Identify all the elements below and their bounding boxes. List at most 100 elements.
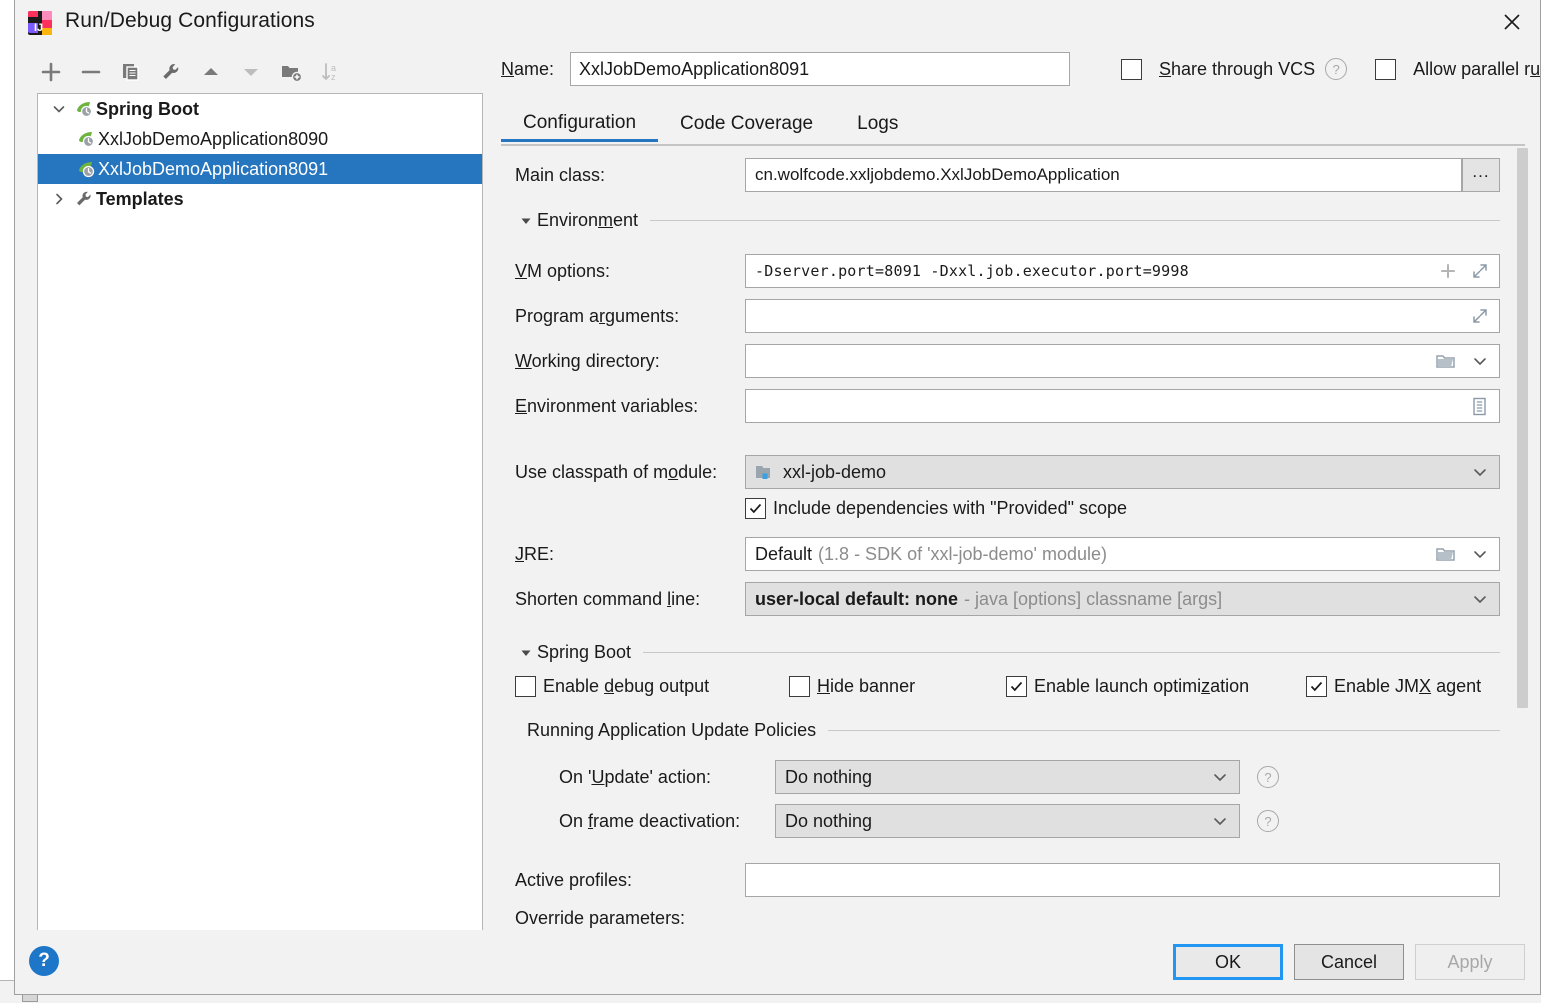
include-provided-checkbox[interactable] [745,498,766,519]
update-policies-group-header: Running Application Update Policies [527,720,1500,741]
expand-editor-icon[interactable] [1469,255,1491,287]
chevron-down-icon[interactable] [1469,345,1491,377]
dialog-title-bar: IJ Run/Debug Configurations [15,0,1540,46]
tree-node-label: XxlJobDemoApplication8091 [98,159,328,180]
move-up-button[interactable] [191,55,231,89]
on-frame-deactivation-help-icon[interactable]: ? [1257,810,1279,832]
new-folder-button[interactable] [271,55,311,89]
tree-node-templates[interactable]: Templates [38,184,482,214]
environment-variables-label: Environment variables: [515,396,745,417]
tree-node-spring-boot[interactable]: Spring Boot [38,94,482,124]
tree-node-label: XxlJobDemoApplication8090 [98,129,328,150]
chevron-down-icon[interactable] [1209,761,1231,793]
program-arguments-input[interactable] [745,299,1500,333]
tab-bar: Configuration Code Coverage Logs [501,106,1525,146]
enable-jmx-agent-checkbox[interactable] [1306,676,1327,697]
screen: All files are up-to-date (a minute ago) … [0,0,1541,1003]
main-class-input[interactable]: cn.wolfcode.xxljobdemo.XxlJobDemoApplica… [745,158,1462,192]
environment-group-header[interactable]: Environment [515,210,1500,231]
spring-boot-group-title: Spring Boot [537,642,631,663]
folder-icon[interactable] [1433,538,1457,570]
form-scrollbar[interactable] [1516,148,1529,933]
chevron-down-icon[interactable] [1469,456,1491,488]
share-vcs-help-icon[interactable]: ? [1325,58,1347,80]
spring-boot-group-header[interactable]: Spring Boot [515,642,1500,663]
environment-variables-input[interactable] [745,389,1500,423]
on-frame-deactivation-value: Do nothing [785,811,872,832]
ok-button[interactable]: OK [1173,944,1283,980]
triangle-down-icon [515,647,537,659]
vm-options-value: -Dserver.port=8091 -Dxxl.job.executor.po… [755,262,1189,280]
on-frame-deactivation-select[interactable]: Do nothing [775,804,1240,838]
wrench-icon [72,189,96,209]
tab-code-coverage[interactable]: Code Coverage [658,106,835,142]
tab-logs[interactable]: Logs [835,106,920,142]
chevron-down-icon[interactable] [1469,538,1491,570]
vm-options-row: VM options: -Dserver.port=8091 -Dxxl.job… [515,254,1500,288]
spring-boot-icon [74,129,98,149]
tree-node-label: Templates [96,189,184,210]
help-button[interactable]: ? [29,946,59,976]
expand-editor-icon[interactable] [1469,300,1491,332]
insert-macro-icon[interactable] [1437,255,1459,287]
tab-configuration[interactable]: Configuration [501,106,658,142]
working-directory-label: Working directory: [515,351,745,372]
sort-configurations-button[interactable]: a z [311,55,351,89]
form-scrollbar-thumb[interactable] [1517,148,1528,708]
move-down-button[interactable] [231,55,271,89]
main-class-row: Main class: cn.wolfcode.xxljobdemo.XxlJo… [515,158,1500,192]
working-directory-row: Working directory: [515,344,1500,378]
use-classpath-label: Use classpath of module: [515,462,745,483]
edit-templates-button[interactable] [151,55,191,89]
group-divider [828,730,1500,731]
on-update-action-select[interactable]: Do nothing [775,760,1240,794]
allow-parallel-run-label: Allow parallel run [1413,59,1541,80]
dialog-button-bar: ? OK Cancel Apply [15,930,1540,994]
enable-debug-output-checkbox[interactable] [515,676,536,697]
allow-parallel-run-checkbox[interactable] [1375,59,1396,80]
triangle-down-icon [515,215,537,227]
add-configuration-button[interactable] [31,55,71,89]
remove-configuration-button[interactable] [71,55,111,89]
name-label: Name: [501,59,554,80]
spring-boot-icon [72,99,96,119]
cancel-button[interactable]: Cancel [1294,944,1404,980]
tree-node-xxljobdemoapplication8090[interactable]: XxlJobDemoApplication8090 [38,124,482,154]
active-profiles-input[interactable] [745,863,1500,897]
tree-node-xxljobdemoapplication8091[interactable]: XxlJobDemoApplication8091 [38,154,482,184]
main-class-browse-button[interactable]: ... [1462,158,1500,192]
chevron-down-icon[interactable] [1209,805,1231,837]
share-through-vcs-checkbox[interactable] [1121,59,1142,80]
jre-select[interactable]: Default (1.8 - SDK of 'xxl-job-demo' mod… [745,537,1500,571]
working-directory-input[interactable] [745,344,1500,378]
shorten-command-line-select[interactable]: user-local default: none - java [options… [745,582,1500,616]
environment-group-title: Environment [537,210,638,231]
configurations-tree[interactable]: Spring Boot XxlJobDemoApplication8090 [37,93,483,933]
include-provided-label: Include dependencies with "Provided" sco… [773,498,1127,519]
vm-options-input[interactable]: -Dserver.port=8091 -Dxxl.job.executor.po… [745,254,1500,288]
run-debug-configurations-dialog: IJ Run/Debug Configurations [14,0,1541,995]
close-icon[interactable] [1484,0,1540,44]
chevron-down-icon[interactable] [1469,583,1491,615]
program-arguments-row: Program arguments: [515,299,1500,333]
enable-launch-optimization-checkbox[interactable] [1006,676,1027,697]
chevron-down-icon[interactable] [46,102,72,116]
active-profiles-row: Active profiles: [515,863,1500,897]
hide-banner-row: Hide banner [789,676,915,697]
copy-configuration-button[interactable] [111,55,151,89]
hide-banner-label: Hide banner [817,676,915,697]
enable-launch-optimization-row: Enable launch optimization [1006,676,1249,697]
edit-variables-list-icon[interactable] [1467,390,1491,422]
folder-icon[interactable] [1433,345,1457,377]
name-input[interactable] [570,52,1070,86]
enable-jmx-agent-label: Enable JMX agent [1334,676,1481,697]
use-classpath-select[interactable]: xxl-job-demo [745,455,1500,489]
on-update-action-help-icon[interactable]: ? [1257,766,1279,788]
main-class-label: Main class: [515,165,745,186]
chevron-right-icon[interactable] [46,192,72,206]
configurations-toolbar: a z [31,54,481,90]
enable-debug-output-label: Enable debug output [543,676,709,697]
environment-variables-row: Environment variables: [515,389,1500,423]
hide-banner-checkbox[interactable] [789,676,810,697]
jre-value-secondary: (1.8 - SDK of 'xxl-job-demo' module) [818,544,1107,565]
